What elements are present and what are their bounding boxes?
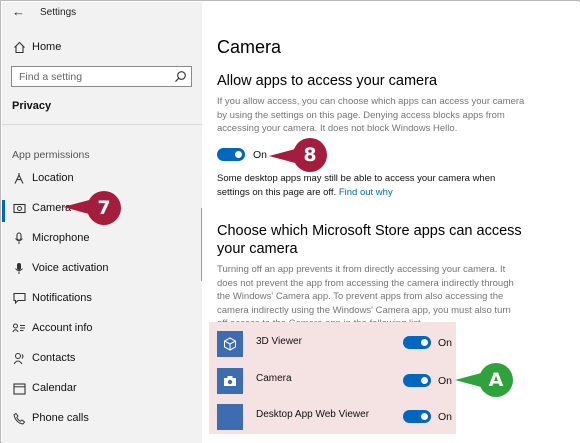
settings-window: ← Settings Home Find a setting Privacy A…	[0, 0, 580, 443]
sidebar-item-location[interactable]: Location	[2, 165, 202, 191]
sidebar-item-account-info[interactable]: Account info	[2, 315, 202, 341]
page-title: Camera	[217, 37, 282, 57]
sidebar-item-label: Account info	[32, 322, 93, 334]
search-input[interactable]: Find a setting	[11, 66, 192, 87]
find-out-why-link[interactable]: Find out why	[339, 187, 393, 198]
description-line: accessing your camera. It does not block…	[217, 123, 458, 134]
app-toggle-desktop-app-web-viewer[interactable]	[403, 410, 431, 423]
sidebar-item-label: Calendar	[32, 382, 77, 394]
description-line: camera indirectly using the Windows' Cam…	[217, 304, 511, 316]
sidebar-item-label: Location	[32, 172, 74, 184]
category-heading: Privacy	[12, 100, 52, 112]
app-row-desktop-app-web-viewer: Desktop App Web Viewer On	[209, 398, 456, 434]
toggle-state-label: On	[438, 375, 453, 387]
main-panel: Camera Allow apps to access your camera …	[202, 2, 580, 443]
account-info-icon	[12, 321, 26, 335]
voice-activation-icon	[12, 261, 26, 275]
store-heading-line-1: Choose which Microsoft Store apps can ac…	[217, 223, 522, 239]
app-toggle-camera[interactable]	[403, 374, 431, 387]
app-row-3d-viewer: 3D Viewer On	[209, 326, 456, 362]
window-title: Settings	[40, 7, 77, 18]
description-line: by using the settings on this page. Deny…	[217, 109, 505, 121]
contacts-icon	[12, 351, 26, 365]
sidebar-item-contacts[interactable]: Contacts	[2, 345, 202, 371]
sidebar-item-label: Contacts	[32, 352, 76, 364]
description-line: the Windows' Camera app. To prevent apps…	[217, 291, 504, 302]
phone-icon	[12, 411, 26, 425]
title-bar: ← Settings	[2, 2, 202, 24]
sidebar-item-voice-activation[interactable]: Voice activation	[2, 255, 202, 281]
note-line: settings on this page are off.	[217, 186, 337, 198]
sidebar-item-label: Voice activation	[32, 262, 109, 274]
store-description: Turning off an app prevents it from dire…	[217, 263, 514, 331]
app-toggle-3d-viewer[interactable]	[403, 336, 431, 349]
sidebar-item-label: Phone calls	[32, 412, 89, 424]
description-line: Turning off an app prevents it from dire…	[217, 264, 506, 275]
home-icon	[12, 40, 26, 54]
sidebar-item-notifications[interactable]: Notifications	[2, 285, 202, 311]
app-name: Desktop App Web Viewer	[256, 409, 370, 420]
toggle-state-label: On	[253, 149, 268, 161]
allow-description: If you allow access, you can choose whic…	[217, 95, 524, 136]
search-icon[interactable]	[174, 70, 187, 83]
sidebar-item-calendar[interactable]: Calendar	[2, 375, 202, 401]
camera-icon	[12, 201, 26, 215]
app-row-camera: Camera On	[209, 362, 456, 398]
description-line: If you allow access, you can choose whic…	[217, 96, 525, 107]
back-arrow-icon[interactable]: ←	[12, 4, 25, 20]
toggle-state-label: On	[438, 337, 453, 349]
note-line: Some desktop apps may still be able to a…	[217, 173, 496, 184]
sidebar-item-home[interactable]: Home	[2, 34, 202, 60]
section-label: App permissions	[12, 149, 90, 161]
location-pin-icon	[12, 171, 26, 185]
store-heading-line-2: your camera	[217, 241, 298, 257]
toggle-state-label: On	[438, 411, 453, 423]
web-viewer-icon	[217, 404, 243, 430]
3d-viewer-icon	[217, 331, 243, 357]
sidebar-item-phone-calls[interactable]: Phone calls	[2, 405, 202, 431]
desktop-apps-note: Some desktop apps may still be able to a…	[217, 172, 497, 199]
app-list: 3D Viewer On Camera On Desktop App Web V…	[209, 322, 456, 434]
search-placeholder: Find a setting	[19, 71, 83, 83]
callout-a: A	[479, 363, 513, 397]
callout-8: 8	[293, 138, 327, 172]
app-name: 3D Viewer	[256, 336, 302, 347]
sidebar-item-label: Microphone	[32, 232, 90, 244]
calendar-icon	[12, 381, 26, 395]
notifications-icon	[12, 291, 26, 305]
divider	[2, 124, 202, 125]
description-line: does not prevent the app from accessing …	[217, 277, 514, 289]
microphone-icon	[12, 231, 26, 245]
camera-app-icon	[217, 368, 243, 394]
app-name: Camera	[256, 373, 292, 384]
allow-heading: Allow apps to access your camera	[217, 73, 438, 89]
sidebar-item-label: Notifications	[32, 292, 92, 304]
callout-7: 7	[87, 191, 121, 225]
allow-access-toggle[interactable]	[217, 148, 245, 161]
sidebar-item-label: Home	[32, 41, 62, 53]
sidebar-item-microphone[interactable]: Microphone	[2, 225, 202, 251]
